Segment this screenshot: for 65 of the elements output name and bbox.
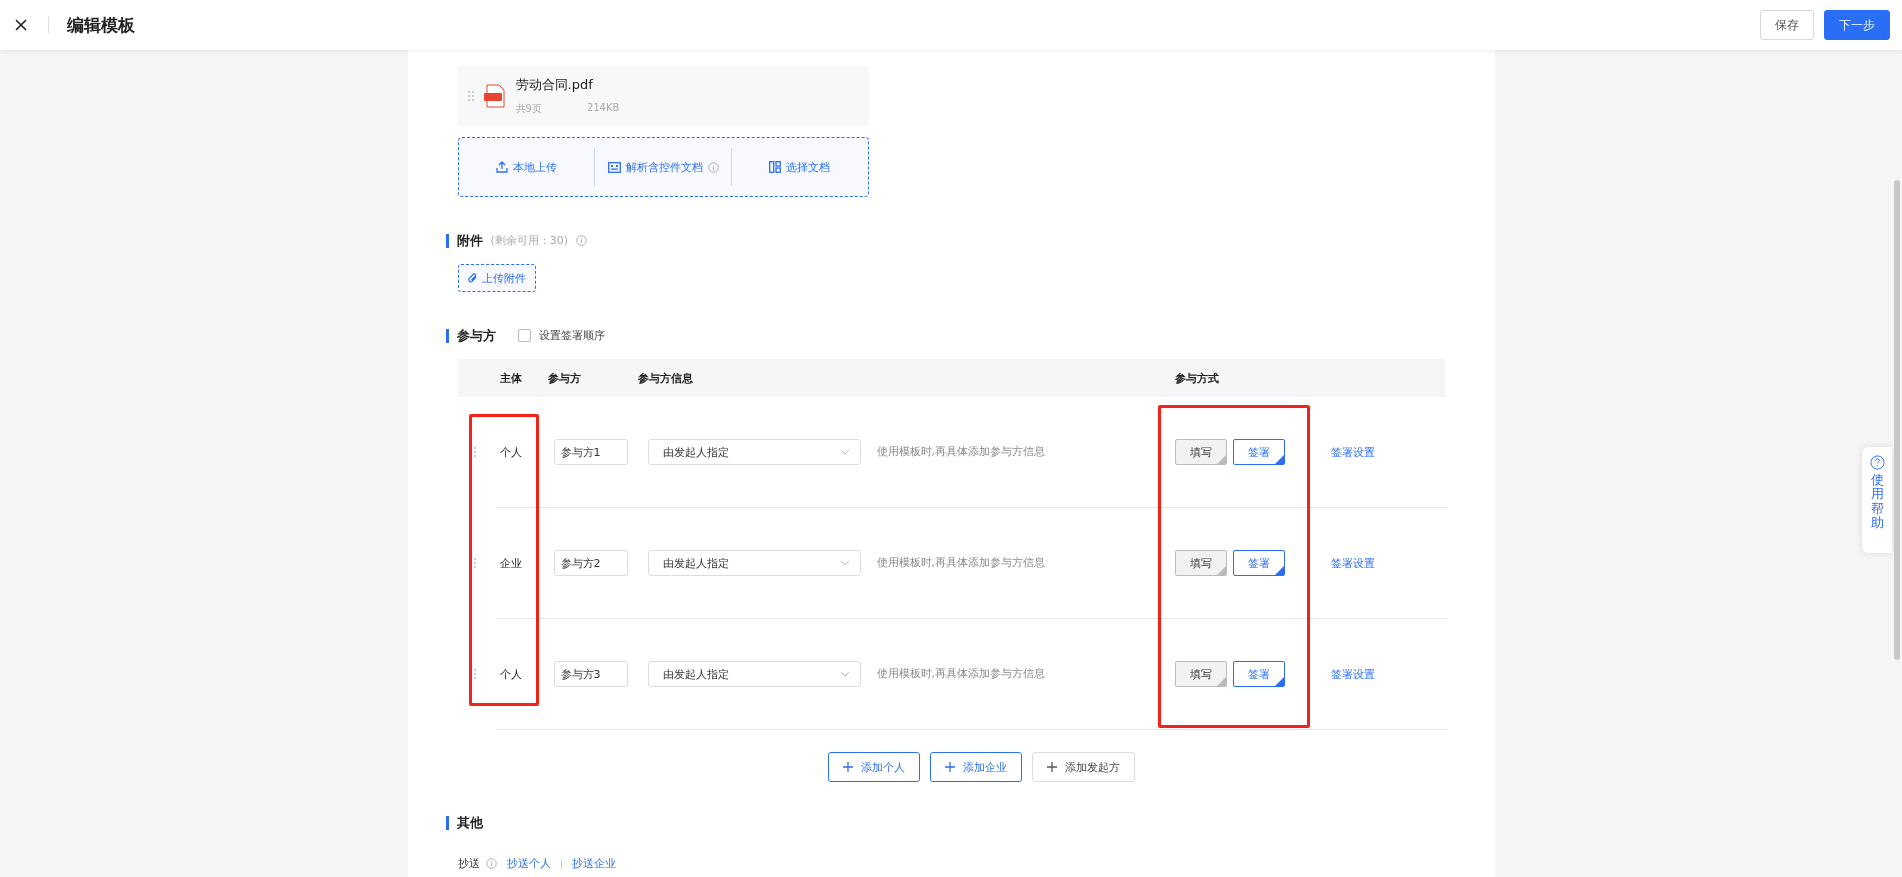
cc-link[interactable]: 抄送企业 bbox=[571, 856, 616, 871]
plus-icon bbox=[1046, 762, 1057, 772]
participant-info-select[interactable]: 由发起人指定 bbox=[647, 550, 861, 576]
sign-settings-link[interactable]: 签署设置 bbox=[1330, 444, 1375, 460]
sign-settings-link[interactable]: 签署设置 bbox=[1330, 666, 1375, 682]
upload-icon bbox=[495, 161, 508, 173]
method-toggle-button[interactable]: 签署 bbox=[1232, 661, 1285, 687]
plus-icon bbox=[842, 762, 853, 772]
upload-attachment-button[interactable]: 上传附件 bbox=[457, 264, 536, 292]
layout-icon bbox=[769, 161, 782, 173]
paperclip-icon bbox=[467, 272, 478, 284]
method-toggle-button[interactable]: 填写 bbox=[1174, 439, 1227, 465]
subject-text: 个人 bbox=[498, 666, 523, 682]
pdf-file-icon bbox=[483, 84, 506, 108]
hint-text: 使用模板时,再具体添加参与方信息 bbox=[875, 445, 1046, 459]
next-step-button[interactable]: 下一步 bbox=[1824, 10, 1890, 40]
checkbox-label: 设置签署顺序 bbox=[538, 328, 605, 343]
plus-icon bbox=[944, 762, 955, 772]
help-button[interactable]: 使用帮助 bbox=[1862, 447, 1892, 553]
drag-handle-icon[interactable] bbox=[467, 90, 474, 102]
chevron-down-icon bbox=[839, 449, 850, 455]
info-icon[interactable] bbox=[576, 235, 588, 246]
method-toggle-button[interactable]: 填写 bbox=[1174, 550, 1227, 576]
column-header: 参与方 bbox=[546, 370, 582, 386]
info-icon[interactable] bbox=[707, 161, 719, 173]
method-toggle-button[interactable]: 签署 bbox=[1232, 550, 1285, 576]
add-participant-button[interactable]: 添加企业 bbox=[929, 752, 1022, 782]
checkbox[interactable] bbox=[517, 329, 531, 342]
chevron-down-icon bbox=[839, 560, 850, 566]
section-title: 参与方 bbox=[445, 328, 496, 343]
cc-link[interactable]: 抄送个人 bbox=[506, 856, 551, 871]
section-title: 附件 bbox=[445, 233, 483, 248]
column-header: 主体 bbox=[498, 370, 523, 386]
cc-label: 抄送 bbox=[457, 856, 480, 871]
hint-text: 使用模板时,再具体添加参与方信息 bbox=[875, 667, 1046, 681]
participant-name-field[interactable]: 参与方3 bbox=[553, 661, 628, 687]
upload-action-button[interactable]: 本地上传 bbox=[458, 148, 595, 186]
scrollbar[interactable] bbox=[1894, 180, 1900, 660]
file-size: 214KB bbox=[586, 102, 620, 115]
remaining-count: (剩余可用：30) bbox=[490, 233, 569, 248]
add-participant-button[interactable]: 添加个人 bbox=[827, 752, 920, 782]
participant-info-select[interactable]: 由发起人指定 bbox=[647, 439, 861, 465]
participant-name-field[interactable]: 参与方1 bbox=[553, 439, 628, 465]
document-card-icon bbox=[607, 161, 621, 173]
page-count: 共9页 bbox=[515, 102, 542, 116]
section-title: 其他 bbox=[445, 816, 483, 830]
info-icon[interactable] bbox=[485, 858, 497, 869]
method-toggle-button[interactable]: 填写 bbox=[1174, 661, 1227, 687]
file-name: 劳动合同.pdf bbox=[515, 76, 594, 94]
save-button[interactable]: 保存 bbox=[1760, 10, 1814, 40]
method-toggle-button[interactable]: 签署 bbox=[1232, 439, 1285, 465]
column-header: 参与方式 bbox=[1174, 370, 1220, 386]
add-participant-button[interactable]: 添加发起方 bbox=[1031, 752, 1135, 782]
upload-action-button[interactable]: 选择文档 bbox=[731, 148, 868, 186]
participant-info-select[interactable]: 由发起人指定 bbox=[647, 661, 861, 687]
sign-settings-link[interactable]: 签署设置 bbox=[1330, 555, 1375, 571]
chevron-down-icon bbox=[839, 671, 850, 677]
upload-action-button[interactable]: 解析含控件文档 bbox=[595, 148, 731, 186]
page-title: 编辑模板 bbox=[67, 13, 135, 37]
column-header: 参与方信息 bbox=[637, 370, 694, 386]
hint-text: 使用模板时,再具体添加参与方信息 bbox=[875, 556, 1046, 570]
help-icon bbox=[1869, 455, 1885, 470]
participant-name-field[interactable]: 参与方2 bbox=[553, 550, 628, 576]
subject-text: 个人 bbox=[498, 444, 523, 460]
subject-text: 企业 bbox=[498, 555, 523, 571]
